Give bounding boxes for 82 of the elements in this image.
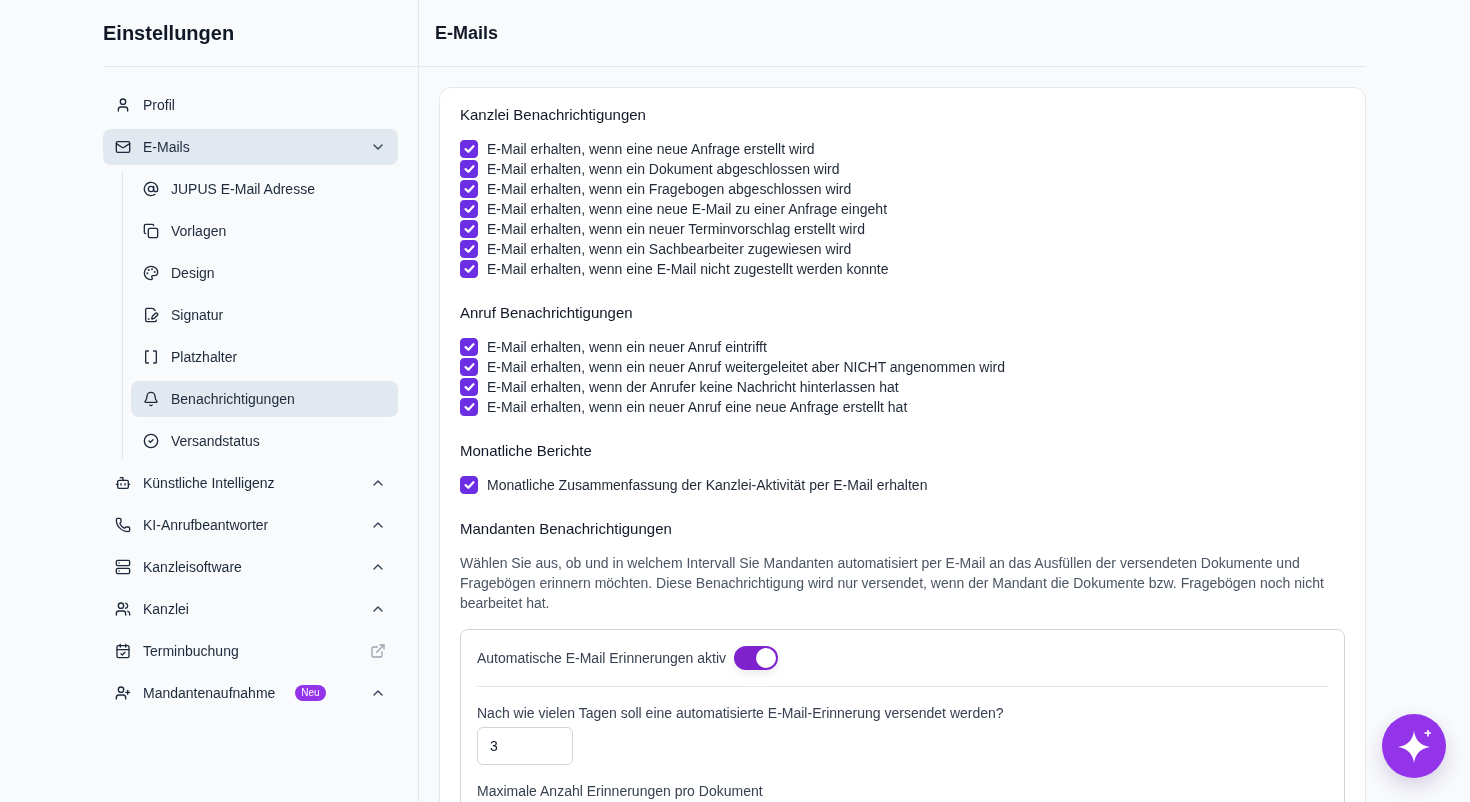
checkbox[interactable] — [460, 260, 478, 278]
option-label: E-Mail erhalten, wenn eine E-Mail nicht zugestellt werden konnte — [487, 261, 889, 277]
sparkle-icon — [1397, 729, 1431, 763]
checkmark-icon — [463, 185, 475, 193]
at-sign-icon — [143, 181, 159, 197]
checkmark-icon — [463, 245, 475, 253]
option-label: E-Mail erhalten, wenn ein Fragebogen abgeschlossen wird — [487, 181, 852, 197]
toggle-switch[interactable] — [734, 646, 778, 670]
nav-item[interactable]: Terminbuchung — [103, 633, 398, 669]
sidebar-title: Einstellungen — [103, 21, 235, 45]
checkbox[interactable] — [460, 476, 478, 494]
phone-icon — [115, 517, 131, 533]
section-heading: Mandanten Benachrichtigungen — [460, 519, 673, 539]
field-label: Maximale Anzahl Erinnerungen pro Dokument — [477, 782, 763, 801]
option-label: E-Mail erhalten, wenn ein neuer Terminvorschlag erstellt wird — [487, 221, 865, 237]
check-circle-icon — [143, 433, 159, 449]
checkbox[interactable] — [460, 200, 478, 218]
checkbox[interactable] — [460, 140, 478, 158]
option-label: E-Mail erhalten, wenn ein neuer Anruf eintrifft — [487, 339, 767, 355]
checkmark-icon — [463, 165, 475, 173]
checkmark-icon — [463, 363, 475, 371]
option-label: E-Mail erhalten, wenn eine neue Anfrage erstellt wird — [487, 141, 815, 157]
section-description: Wählen Sie aus, ob und in welchem Intervall Sie Mandanten automatisiert per E-Mail an das Ausfüllen der versendeten Dokumente und Fragebögen erinnern möchten. Diese Benachrichtigung wird nur versendet, wenn der Mandant die Dokumente bzw. Fragebögen noch nicht bearbeitet hat. — [460, 554, 1325, 613]
checkbox[interactable] — [460, 220, 478, 238]
checkmark-icon — [463, 403, 475, 411]
external-link-icon — [370, 643, 386, 659]
checkbox[interactable] — [460, 180, 478, 198]
nav-subitem[interactable]: Benachrichtigungen — [131, 381, 398, 417]
checkmark-icon — [463, 225, 475, 233]
nav-item[interactable]: Kanzleisoftware — [103, 549, 398, 585]
checkmark-icon — [463, 343, 475, 351]
user-icon — [115, 97, 131, 113]
checkmark-icon — [463, 383, 475, 391]
nav-item[interactable]: Profil — [103, 87, 398, 123]
envelope-icon — [115, 139, 131, 155]
field-label: Nach wie vielen Tagen soll eine automatisierte E-Mail-Erinnerung versendet werden? — [477, 704, 1004, 723]
nav-subitem[interactable]: Vorlagen — [131, 213, 398, 249]
nav-item[interactable]: Kanzlei — [103, 591, 398, 627]
section-heading: Kanzlei Benachrichtigungen — [460, 105, 647, 125]
page-title: E-Mails — [435, 22, 499, 44]
checkbox[interactable] — [460, 240, 478, 258]
brackets-icon — [143, 349, 159, 365]
nav-item[interactable]: Künstliche Intelligenz — [103, 465, 398, 501]
checkmark-icon — [463, 481, 475, 489]
nav-item[interactable]: KI-Anrufbeantworter — [103, 507, 398, 543]
toggle-label: Automatische E-Mail Erinnerungen aktiv — [477, 649, 726, 668]
option-label: E-Mail erhalten, wenn ein neuer Anruf weitergeleitet aber NICHT angenommen wird — [487, 359, 1005, 375]
checkbox[interactable] — [460, 378, 478, 396]
robot-icon — [115, 475, 131, 491]
checkbox[interactable] — [460, 160, 478, 178]
palette-icon — [143, 265, 159, 281]
new-badge: Neu — [295, 685, 326, 701]
option-label: E-Mail erhalten, wenn ein Dokument abgeschlossen wird — [487, 161, 840, 177]
copy-icon — [143, 223, 159, 239]
calendar-check-icon — [115, 643, 131, 659]
people-icon — [115, 601, 131, 617]
option-label: E-Mail erhalten, wenn eine neue E-Mail zu einer Anfrage eingeht — [487, 201, 888, 217]
checkbox[interactable] — [460, 358, 478, 376]
nav-subitem[interactable]: Signatur — [131, 297, 398, 333]
nav-item[interactable]: Mandantenaufnahme Neu — [103, 675, 398, 711]
user-plus-icon — [115, 685, 131, 701]
nav-item[interactable]: E-Mails — [103, 129, 398, 165]
section-heading: Anruf Benachrichtigungen — [460, 303, 634, 323]
option-label: E-Mail erhalten, wenn ein neuer Anruf eine neue Anfrage erstellt hat — [487, 399, 908, 415]
number-input[interactable]: 3 — [477, 727, 573, 765]
nav-subitem[interactable]: Design — [131, 255, 398, 291]
option-label: E-Mail erhalten, wenn ein Sachbearbeiter zugewiesen wird — [487, 241, 852, 257]
checkmark-icon — [463, 205, 475, 213]
checkmark-icon — [463, 265, 475, 273]
nav-subitem[interactable]: JUPUS E-Mail Adresse — [131, 171, 398, 207]
checkmark-icon — [463, 145, 475, 153]
assistant-button[interactable] — [1382, 714, 1446, 778]
nav-subitem[interactable]: Versandstatus — [131, 423, 398, 459]
server-icon — [115, 559, 131, 575]
bell-icon — [143, 391, 159, 407]
checkbox[interactable] — [460, 398, 478, 416]
option-label: Monatliche Zusammenfassung der Kanzlei-Aktivität per E-Mail erhalten — [487, 477, 928, 493]
checkbox[interactable] — [460, 338, 478, 356]
section-heading: Monatliche Berichte — [460, 441, 593, 461]
nav-subitem[interactable]: Platzhalter — [131, 339, 398, 375]
file-pen-icon — [143, 307, 159, 323]
option-label: E-Mail erhalten, wenn der Anrufer keine Nachricht hinterlassen hat — [487, 379, 899, 395]
